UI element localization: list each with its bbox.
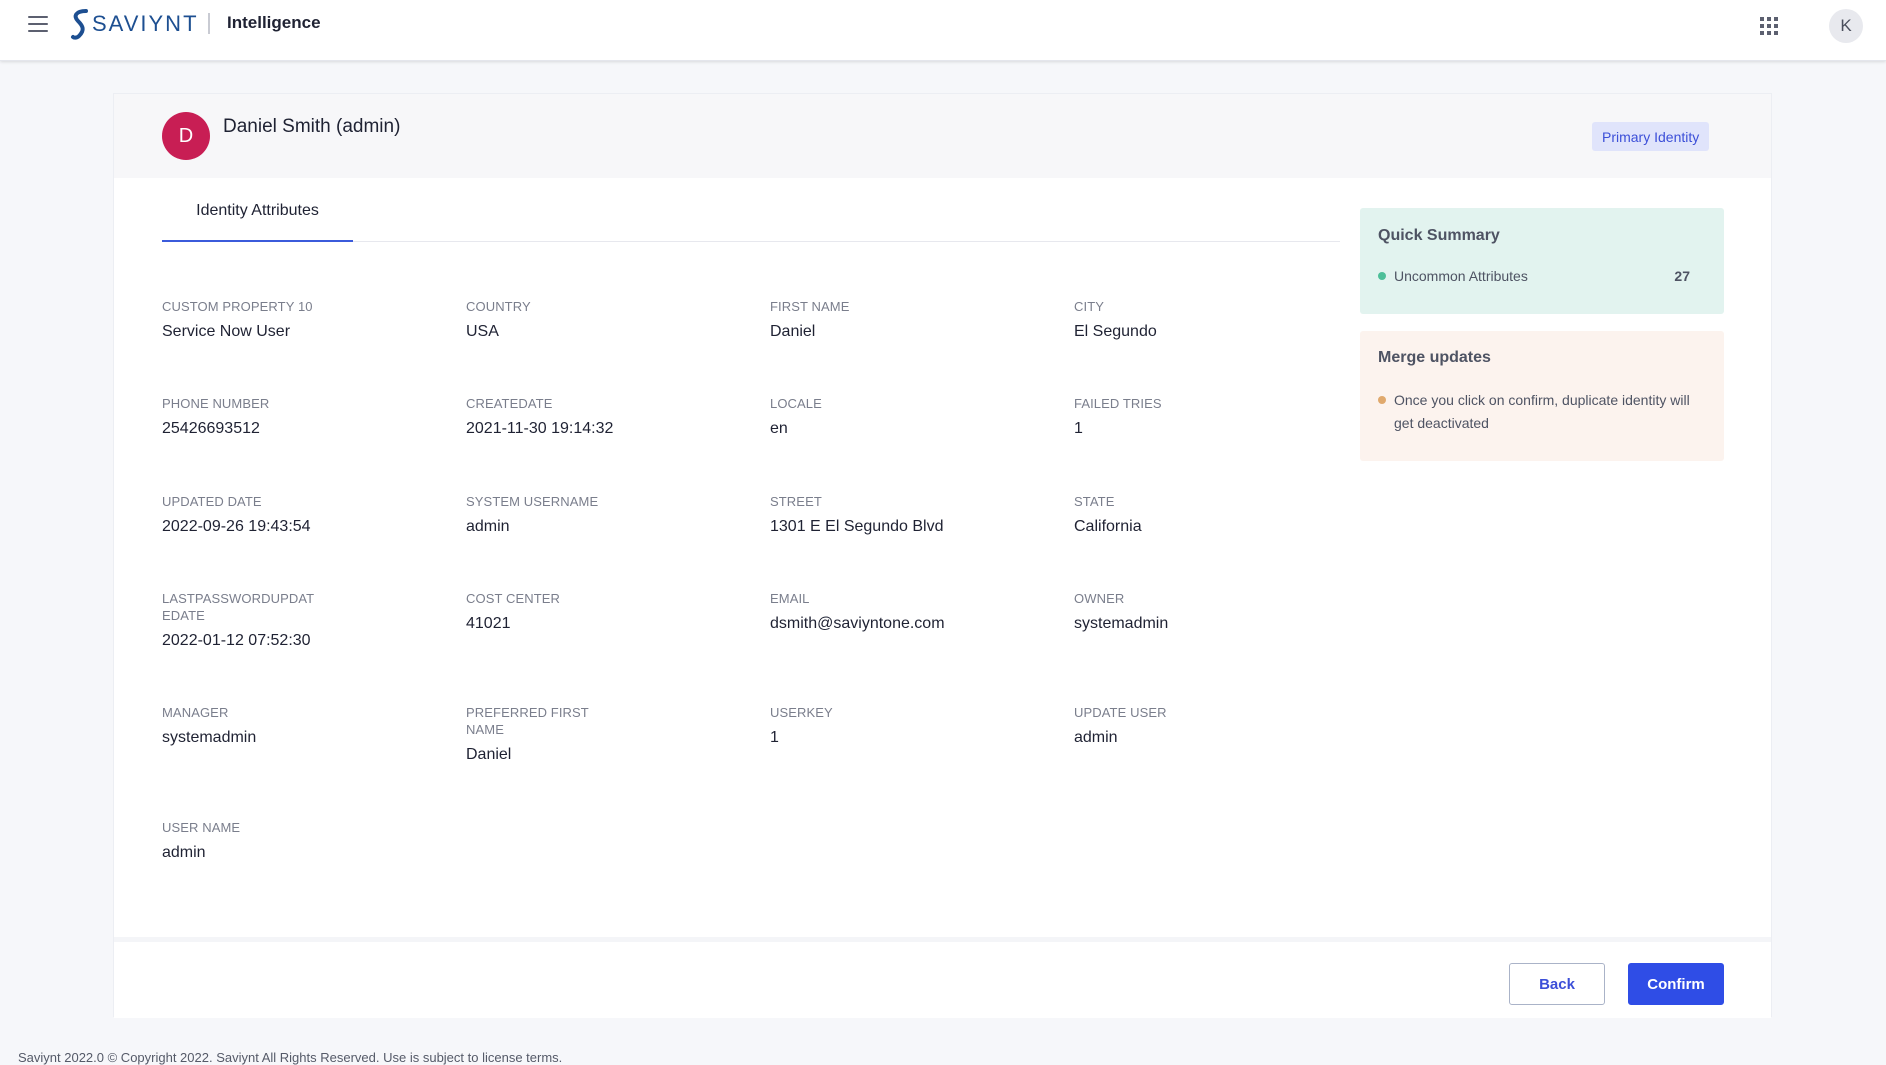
attribute-label: STREET [770,494,822,509]
product-name: Intelligence [227,13,321,32]
attribute-item: CUSTOM PROPERTY 10 Service Now User [162,298,402,342]
quick-summary-panel: Quick Summary Uncommon Attributes 27 [1360,208,1724,314]
attribute-value: systemadmin [162,729,257,746]
attribute-value: 25426693512 [162,420,260,437]
attribute-value: Service Now User [162,323,291,340]
attribute-value: admin [162,844,206,861]
attribute-item: MANAGER systemadmin [162,704,402,748]
merge-updates-message: Once you click on confirm, duplicate ide… [1394,392,1690,431]
attribute-value: 1 [770,729,779,746]
attribute-item: USER NAME admin [162,819,402,863]
uncommon-attributes-row[interactable]: Uncommon Attributes 27 [1378,267,1690,285]
attribute-item: STREET 1301 E El Segundo Blvd [770,493,1010,537]
attribute-label: PREFERRED FIRST NAME [466,705,589,737]
attribute-item: CREATEDATE 2021-11-30 19:14:32 [466,395,706,439]
attribute-item: SYSTEM USERNAME admin [466,493,706,537]
attribute-label: MANAGER [162,705,229,720]
attribute-item: FIRST NAME Daniel [770,298,1010,342]
identity-header: D Daniel Smith (admin) Primary Identity [114,94,1771,178]
attribute-label: SYSTEM USERNAME [466,494,599,509]
tab-identity-attributes[interactable]: Identity Attributes [162,202,353,242]
attribute-value: 2022-09-26 19:43:54 [162,518,311,535]
copyright-footer: Saviynt 2022.0 © Copyright 2022. Saviynt… [18,1050,563,1065]
attribute-item: UPDATE USER admin [1074,704,1314,748]
attribute-item: LASTPASSWORDUPDAT EDATE 2022-01-12 07:52:… [162,590,402,651]
attribute-value: Daniel [466,746,512,763]
attribute-item: PHONE NUMBER 25426693512 [162,395,402,439]
merge-updates-title: Merge updates [1378,349,1491,366]
saviynt-logo[interactable]: SAVIYNT [70,8,199,40]
merge-updates-panel: Merge updates Once you click on confirm,… [1360,331,1724,461]
attribute-label: FIRST NAME [770,299,850,314]
attribute-value: 1 [1074,420,1083,437]
attribute-item: PREFERRED FIRST NAME Daniel [466,704,706,765]
attribute-label: UPDATED DATE [162,494,262,509]
attribute-label: UPDATE USER [1074,705,1167,720]
attribute-label: EMAIL [770,591,810,606]
attribute-label: COST CENTER [466,591,561,606]
saviynt-logo-icon [71,9,88,40]
attribute-value: 1301 E El Segundo Blvd [770,518,944,535]
bullet-dot-icon [1378,396,1386,404]
attribute-label: LOCALE [770,396,822,411]
confirm-button[interactable]: Confirm [1628,963,1724,1005]
quick-summary-title: Quick Summary [1378,227,1500,244]
attribute-value: admin [466,518,510,535]
attribute-item: LOCALE en [770,395,1010,439]
attribute-value: USA [466,323,499,340]
uncommon-attributes-label: Uncommon Attributes [1394,268,1528,284]
attribute-item: CITY El Segundo [1074,298,1314,342]
primary-identity-badge: Primary Identity [1592,122,1710,151]
top-header: SAVIYNT Intelligence K [0,0,1886,61]
attribute-item: OWNER systemadmin [1074,590,1314,634]
attribute-label: USERKEY [770,705,833,720]
attribute-value: admin [1074,729,1118,746]
attribute-label: COUNTRY [466,299,531,314]
attribute-value: 2021-11-30 19:14:32 [466,420,614,437]
uncommon-attributes-count: 27 [1674,268,1690,284]
hamburger-menu-icon[interactable] [28,16,48,32]
attribute-value: 2022-01-12 07:52:30 [162,632,311,649]
back-button[interactable]: Back [1509,963,1605,1005]
merge-updates-message-row: Once you click on confirm, duplicate ide… [1378,389,1708,435]
tab-bar: Identity Attributes [162,202,1340,242]
attribute-item: FAILED TRIES 1 [1074,395,1314,439]
identity-name: Daniel Smith (admin) [223,116,401,137]
status-dot-icon [1378,272,1386,280]
logo-text: SAVIYNT [92,11,199,36]
attribute-label: STATE [1074,494,1115,509]
attribute-value: systemadmin [1074,615,1169,632]
attribute-label: LASTPASSWORDUPDAT EDATE [162,591,314,623]
user-avatar[interactable]: K [1829,9,1863,43]
identity-card: D Daniel Smith (admin) Primary Identity … [113,93,1772,1018]
attribute-item: STATE California [1074,493,1314,537]
attribute-value: dsmith@saviyntone.com [770,615,945,632]
attribute-label: USER NAME [162,820,241,835]
attribute-value: California [1074,518,1142,535]
attribute-item: EMAIL dsmith@saviyntone.com [770,590,1010,634]
attribute-item: UPDATED DATE 2022-09-26 19:43:54 [162,493,402,537]
attribute-label: PHONE NUMBER [162,396,270,411]
attribute-value: 41021 [466,615,511,632]
identity-avatar: D [162,112,210,160]
attribute-value: en [770,420,788,437]
attribute-label: CUSTOM PROPERTY 10 [162,299,313,314]
attribute-label: CITY [1074,299,1105,314]
apps-grid-icon[interactable] [1760,17,1778,35]
attribute-value: Daniel [770,323,816,340]
attribute-item: COST CENTER 41021 [466,590,706,634]
attribute-label: CREATEDATE [466,396,553,411]
action-bar: Back Confirm [114,937,1771,1018]
attribute-item: COUNTRY USA [466,298,706,342]
attribute-item: USERKEY 1 [770,704,1010,748]
logo-divider [208,13,210,34]
attribute-label: FAILED TRIES [1074,396,1162,411]
attribute-label: OWNER [1074,591,1125,606]
attribute-value: El Segundo [1074,323,1157,340]
